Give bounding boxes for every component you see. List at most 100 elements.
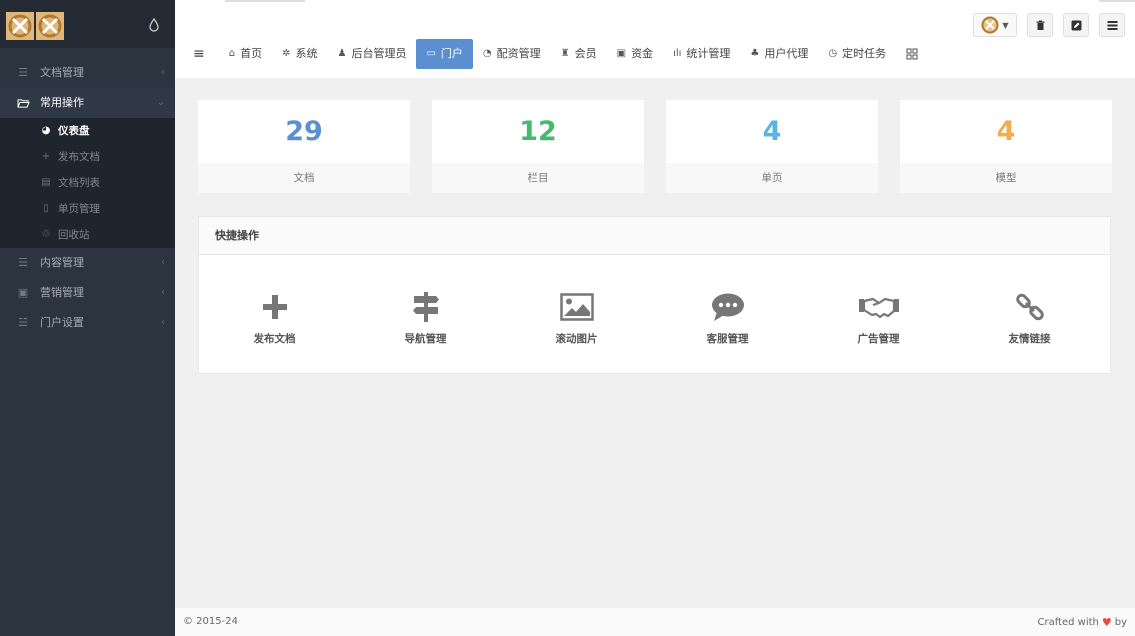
sidebar-subitem-publish-doc[interactable]: + 发布文档 xyxy=(0,144,175,170)
plus-icon xyxy=(262,295,287,319)
clear-cache-button[interactable] xyxy=(1027,13,1053,37)
sidebar-item-common-ops[interactable]: 常用操作 ⌄ xyxy=(0,88,175,118)
clock-icon: ◷ xyxy=(828,48,838,59)
quick-ad-manage[interactable]: 广告管理 xyxy=(803,255,954,346)
pie-icon: ◔ xyxy=(482,48,492,59)
caret-down-icon: ▼ xyxy=(1002,20,1009,30)
sidebar-item-label: 营销管理 xyxy=(40,286,84,299)
sidebar-submenu: ◕ 仪表盘 + 发布文档 ▤ 文档列表 ▯ 单页管理 ♲ 回收站 xyxy=(0,118,175,248)
quick-nav-manage[interactable]: 导航管理 xyxy=(350,255,501,346)
quick-publish-doc[interactable]: 发布文档 xyxy=(199,255,350,346)
quick-actions-panel: 快捷操作 发布文档 导航管理 滚动图片 客服管理 广告管理 友情链接 xyxy=(198,216,1111,374)
stat-value: 29 xyxy=(285,116,323,147)
recycle-icon: ♲ xyxy=(41,229,51,240)
sidebar-subitem-label: 回收站 xyxy=(58,229,90,241)
sidebar-subitem-recycle[interactable]: ♲ 回收站 xyxy=(0,222,175,248)
users-icon: ♜ xyxy=(560,48,570,59)
menu-label: 系统 xyxy=(295,47,318,60)
menu-members[interactable]: ♜ 会员 xyxy=(551,39,607,69)
sidebar-subitem-label: 发布文档 xyxy=(58,151,100,163)
tab-strip xyxy=(225,0,305,2)
menu-funding[interactable]: ◔ 配资管理 xyxy=(473,39,551,69)
sidebar-subitem-label: 单页管理 xyxy=(58,203,100,215)
chevron-left-icon: ‹ xyxy=(161,317,165,328)
settings-panel-button[interactable] xyxy=(1099,13,1125,37)
sidebar-subitem-page-manage[interactable]: ▯ 单页管理 xyxy=(0,196,175,222)
menu-stats[interactable]: ılı 统计管理 xyxy=(663,39,740,69)
panel-title: 快捷操作 xyxy=(199,217,1110,255)
menu-portal[interactable]: ▭ 门户 xyxy=(416,39,473,69)
menu-home[interactable]: ⌂ 首页 xyxy=(219,39,272,69)
money-icon: ▣ xyxy=(17,286,29,299)
quick-label: 发布文档 xyxy=(253,333,296,345)
sidebar-item-doc-manage[interactable]: ☰ 文档管理 ‹ xyxy=(0,58,175,88)
quick-label: 客服管理 xyxy=(706,333,749,345)
handshake-icon xyxy=(858,297,899,319)
stat-label: 模型 xyxy=(900,163,1112,193)
logo-icon[interactable] xyxy=(36,12,64,40)
list-icon: ▤ xyxy=(41,177,51,188)
portal-icon: ▭ xyxy=(426,48,436,59)
menu-label: 门户 xyxy=(440,47,463,60)
trash-icon xyxy=(1036,20,1044,30)
logo-icon[interactable] xyxy=(6,12,34,40)
chevron-left-icon: ‹ xyxy=(161,67,165,78)
stat-value: 12 xyxy=(519,116,557,147)
chevron-left-icon: ‹ xyxy=(161,257,165,268)
stat-card-columns[interactable]: 12 栏目 xyxy=(432,100,644,193)
user-menu-button[interactable]: ▼ xyxy=(973,13,1017,37)
edit-button[interactable] xyxy=(1063,13,1089,37)
sidebar-item-label: 常用操作 xyxy=(40,96,84,109)
credits: Crafted with ♥ by xyxy=(1037,616,1127,629)
sidebar-subitem-doc-list[interactable]: ▤ 文档列表 xyxy=(0,170,175,196)
tab-strip-right xyxy=(1099,0,1135,2)
menu-capital[interactable]: ▣ 资金 xyxy=(607,39,663,69)
stat-value: 4 xyxy=(996,116,1016,147)
quick-label: 广告管理 xyxy=(857,333,900,345)
sidebar-item-content-manage[interactable]: ☰ 内容管理 ‹ xyxy=(0,248,175,278)
quick-friend-links[interactable]: 友情链接 xyxy=(954,255,1105,346)
stat-card-docs[interactable]: 29 文档 xyxy=(198,100,410,193)
heart-icon: ♥ xyxy=(1101,616,1112,629)
list-icon: ☰ xyxy=(18,256,28,269)
sidebar-toggle-button[interactable]: ≡ xyxy=(175,39,219,69)
sitemap-icon: ♣ xyxy=(750,48,760,59)
stat-card-pages[interactable]: 4 单页 xyxy=(666,100,878,193)
quick-slider-images[interactable]: 滚动图片 xyxy=(501,255,652,346)
sidebar-subitem-label: 文档列表 xyxy=(58,177,100,189)
chevron-down-icon: ⌄ xyxy=(156,97,165,108)
sidebar-nav-lower: ☰ 内容管理 ‹ ▣ 营销管理 ‹ ☱ 门户设置 ‹ xyxy=(0,248,175,338)
sidebar-item-marketing[interactable]: ▣ 营销管理 ‹ xyxy=(0,278,175,308)
quick-service-manage[interactable]: 客服管理 xyxy=(652,255,803,346)
sidebar-item-portal-settings[interactable]: ☱ 门户设置 ‹ xyxy=(0,308,175,338)
bar-chart-icon: ılı xyxy=(673,48,682,59)
chat-icon xyxy=(711,293,744,321)
money-icon: ▣ xyxy=(616,48,627,59)
menu-label: 统计管理 xyxy=(686,47,731,60)
menu-system[interactable]: ✲ 系统 xyxy=(272,39,327,69)
sidebar-subitem-dashboard[interactable]: ◕ 仪表盘 xyxy=(0,118,175,144)
top-menu: ≡ ⌂ 首页 ✲ 系统 ♟ 后台管理员 ▭ 门户 ◔ 配资管理 ♜ 会员 ▣ 资金 ılı 统计… xyxy=(175,39,928,69)
file-icon: ▯ xyxy=(43,203,49,214)
link-icon xyxy=(1015,293,1044,321)
top-header: ▼ ≡ ⌂ 首页 ✲ 系统 ♟ 后台管理员 ▭ 门户 ◔ 配资管理 ♜ 会员 ▣ 资金 ılı… xyxy=(175,0,1135,78)
sidebar-nav: ☰ 文档管理 ‹ 常用操作 ⌄ xyxy=(0,58,175,118)
sidebar-header xyxy=(0,0,175,48)
stat-label: 栏目 xyxy=(432,163,644,193)
edit-icon xyxy=(1071,20,1081,30)
theme-drop-icon[interactable] xyxy=(149,17,159,32)
menu-agents[interactable]: ♣ 用户代理 xyxy=(740,39,818,69)
stat-card-models[interactable]: 4 模型 xyxy=(900,100,1112,193)
hamburger-icon: ≡ xyxy=(193,46,205,62)
menu-label: 定时任务 xyxy=(842,47,887,60)
signpost-icon xyxy=(412,292,439,322)
menu-admins[interactable]: ♟ 后台管理员 xyxy=(327,39,416,69)
quick-label: 导航管理 xyxy=(404,333,447,345)
menu-more[interactable] xyxy=(896,39,928,69)
menu-label: 配资管理 xyxy=(496,47,541,60)
stat-label: 单页 xyxy=(666,163,878,193)
menu-cron[interactable]: ◷ 定时任务 xyxy=(818,39,896,69)
main-content: 29 文档 12 栏目 4 单页 4 模型 快捷操作 发布文档 导航管理 滚动图… xyxy=(175,78,1135,608)
user-icon: ♟ xyxy=(337,48,347,59)
menu-label: 首页 xyxy=(240,47,263,60)
